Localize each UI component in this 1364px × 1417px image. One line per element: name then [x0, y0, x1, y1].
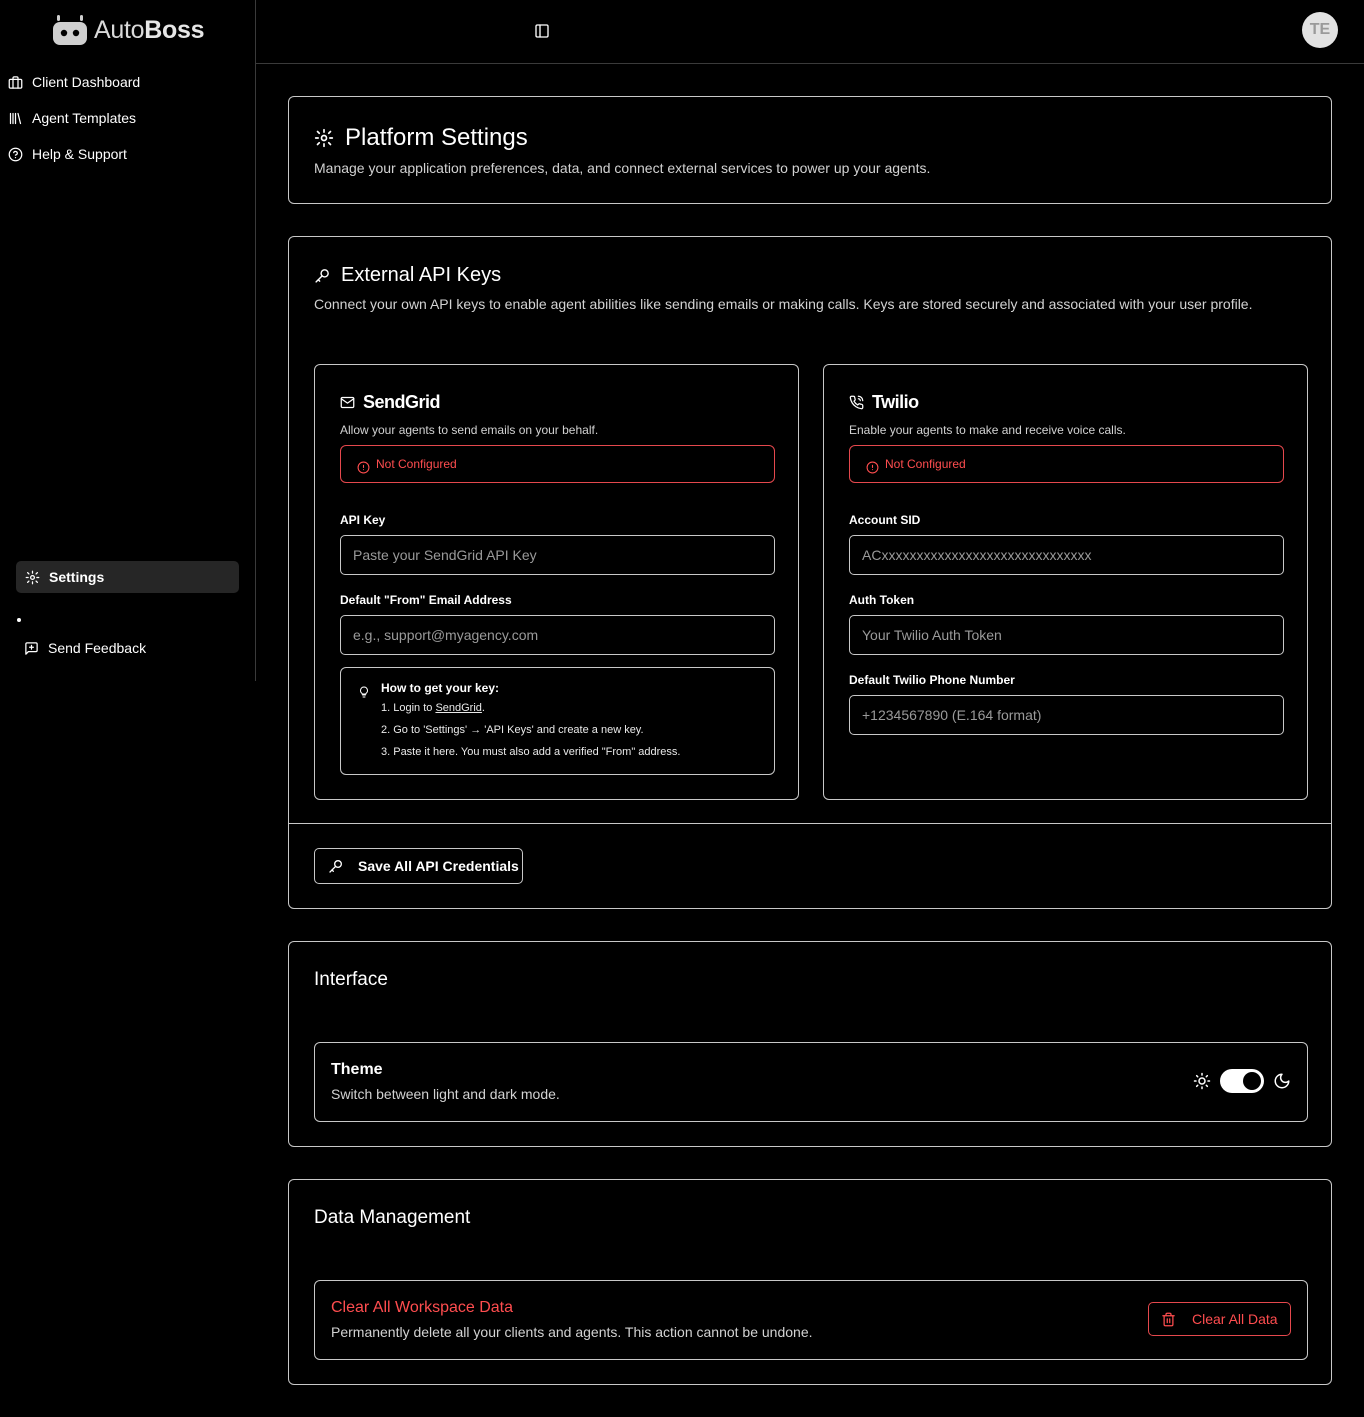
api-keys-card: External API Keys Connect your own API k… — [288, 236, 1332, 909]
help-step-2: 2. Go to 'Settings' → 'API Keys' and cre… — [381, 724, 644, 736]
help-circle-icon — [8, 147, 23, 161]
twilio-title: Twilio — [849, 392, 919, 413]
twilio-description: Enable your agents to make and receive v… — [849, 423, 1126, 437]
sidebar-toggle-icon[interactable] — [534, 23, 550, 39]
data-management-title: Data Management — [314, 1207, 471, 1228]
api-keys-title: External API Keys — [314, 264, 501, 287]
send-feedback-button[interactable]: Send Feedback — [24, 636, 146, 660]
phone-call-icon — [849, 395, 864, 410]
platform-settings-card: Platform Settings Manage your applicatio… — [288, 96, 1332, 204]
briefcase-icon — [8, 75, 23, 89]
key-icon — [315, 269, 329, 283]
sidebar-item-label: Client Dashboard — [32, 74, 141, 90]
api-keys-description: Connect your own API keys to enable agen… — [314, 296, 1253, 312]
clear-all-data-button[interactable]: Clear All Data — [1148, 1302, 1291, 1336]
robot-logo-icon — [53, 15, 87, 45]
clear-data-row: Clear All Workspace Data Permanently del… — [314, 1280, 1308, 1360]
twilio-status-text: Not Configured — [885, 457, 966, 471]
gear-icon — [25, 570, 40, 584]
twilio-phone-input[interactable] — [849, 695, 1284, 735]
sendgrid-description: Allow your agents to send emails on your… — [340, 423, 599, 437]
theme-description: Switch between light and dark mode. — [331, 1086, 560, 1102]
sendgrid-api-key-label: API Key — [340, 513, 386, 527]
page-description: Manage your application preferences, dat… — [314, 160, 931, 176]
toggle-knob — [1243, 1072, 1261, 1090]
key-icon — [329, 860, 342, 873]
message-plus-icon — [25, 641, 38, 655]
help-title: How to get your key: — [381, 681, 500, 695]
sidebar-item-label: Agent Templates — [32, 110, 137, 126]
sun-icon — [1193, 1072, 1211, 1090]
sendgrid-title: SendGrid — [340, 392, 441, 413]
twilio-phone-label: Default Twilio Phone Number — [849, 673, 1015, 687]
clear-all-data-label: Clear All Data — [1192, 1311, 1278, 1327]
app-name: AutoBoss — [94, 16, 204, 45]
twilio-token-input[interactable] — [849, 615, 1284, 655]
gear-icon — [314, 128, 334, 148]
sidebar-item-label: Help & Support — [32, 146, 127, 162]
data-management-card: Data Management Clear All Workspace Data… — [288, 1179, 1332, 1385]
theme-row: Theme Switch between light and dark mode… — [314, 1042, 1308, 1122]
help-step-1-prefix: 1. Login to — [381, 702, 436, 714]
api-keys-title-text: External API Keys — [341, 264, 502, 286]
interface-card: Interface Theme Switch between light and… — [288, 941, 1332, 1147]
twilio-status-badge: Not Configured — [849, 445, 1284, 483]
help-step-1-suffix: . — [481, 702, 485, 714]
mail-icon — [340, 396, 355, 409]
clear-data-description: Permanently delete all your clients and … — [331, 1324, 813, 1340]
page-title-text: Platform Settings — [345, 124, 528, 151]
sidebar-item-label: Settings — [49, 569, 105, 585]
top-header: TE — [256, 0, 1364, 64]
twilio-token-label: Auth Token — [849, 593, 915, 607]
sidebar-item-settings[interactable]: Settings — [16, 561, 239, 593]
sendgrid-from-email-input[interactable] — [340, 615, 775, 655]
library-icon — [9, 112, 22, 124]
sidebar-item-client-dashboard[interactable]: Client Dashboard — [8, 64, 140, 100]
page-title: Platform Settings — [314, 124, 528, 152]
clear-data-title: Clear All Workspace Data — [331, 1299, 513, 1316]
interface-title: Interface — [314, 969, 388, 990]
alert-circle-icon — [357, 461, 370, 473]
sendgrid-api-key-input[interactable] — [340, 535, 775, 575]
app-logo[interactable]: AutoBoss — [52, 14, 204, 46]
sidebar: AutoBoss Client Dashboard Agent Template… — [0, 0, 256, 681]
twilio-sid-input[interactable] — [849, 535, 1284, 575]
avatar[interactable]: TE — [1302, 12, 1338, 48]
help-step-1: 1. Login to SendGrid. — [381, 702, 485, 714]
moon-icon — [1274, 1073, 1290, 1089]
sidebar-nav: Client Dashboard Agent Templates Help & … — [8, 64, 140, 172]
sendgrid-link[interactable]: SendGrid — [435, 702, 481, 714]
twilio-title-text: Twilio — [872, 392, 919, 412]
sendgrid-status-text: Not Configured — [376, 457, 457, 471]
help-step-3: 3. Paste it here. You must also add a ve… — [381, 746, 681, 758]
lightbulb-icon — [360, 686, 368, 698]
save-credentials-button[interactable]: Save All API Credentials — [314, 848, 523, 884]
alert-circle-icon — [866, 461, 879, 473]
theme-title: Theme — [331, 1061, 383, 1078]
trash-icon — [1162, 1312, 1175, 1326]
save-credentials-label: Save All API Credentials — [358, 858, 519, 874]
twilio-panel: Twilio Enable your agents to make and re… — [823, 364, 1308, 800]
bullet-dot — [17, 618, 21, 622]
theme-control — [1193, 1069, 1291, 1093]
sendgrid-panel: SendGrid Allow your agents to send email… — [314, 364, 799, 800]
sidebar-item-agent-templates[interactable]: Agent Templates — [8, 100, 140, 136]
app-name-bold: Boss — [144, 15, 205, 44]
twilio-sid-label: Account SID — [849, 513, 921, 527]
sendgrid-title-text: SendGrid — [363, 392, 441, 412]
divider — [289, 823, 1331, 824]
sendgrid-from-label: Default "From" Email Address — [340, 593, 512, 607]
sidebar-item-help-support[interactable]: Help & Support — [8, 136, 140, 172]
app-name-light: Auto — [94, 15, 145, 44]
sendgrid-help-box: How to get your key: 1. Login to SendGri… — [340, 667, 775, 775]
sendgrid-status-badge: Not Configured — [340, 445, 775, 483]
send-feedback-label: Send Feedback — [48, 640, 147, 656]
theme-toggle[interactable] — [1220, 1069, 1264, 1093]
